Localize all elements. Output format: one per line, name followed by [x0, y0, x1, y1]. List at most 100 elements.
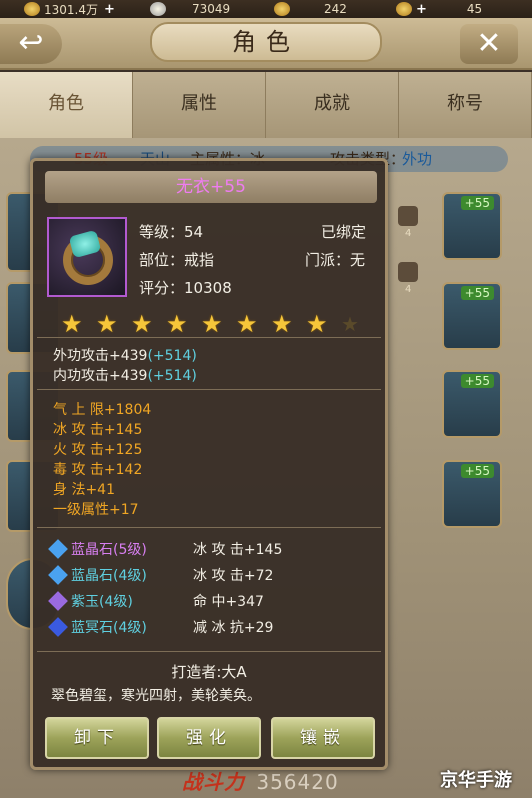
- item-level-label: 等级：: [139, 223, 185, 241]
- item-sect: 门派：无: [305, 249, 365, 270]
- unequip-button[interactable]: 卸下: [45, 717, 149, 759]
- item-level-value: 54: [184, 223, 204, 241]
- enhance-level-badge: +55: [460, 286, 494, 300]
- star-filled-icon: ★: [96, 310, 118, 338]
- tab-achievements[interactable]: 成就: [266, 72, 399, 138]
- combat-power-value: 356420: [256, 770, 339, 794]
- combat-power: 战斗力 356420: [182, 766, 362, 796]
- add-silver-button[interactable]: +: [104, 2, 115, 17]
- item-tooltip: 无衣+55 等级：54 已绑定 部位：戒指 门派：无 评分：10308 ★ ★ ★ ★…: [30, 158, 388, 770]
- item-name: 无衣+55: [45, 171, 377, 203]
- divider: [37, 527, 381, 528]
- silver-amount: 1301.4万: [44, 2, 98, 17]
- page-title: 角色: [150, 22, 382, 62]
- item-score-label: 评分：: [139, 279, 185, 297]
- gem-name: 紫玉(4级): [71, 594, 133, 610]
- item-maker: 打造者:大A: [171, 663, 247, 681]
- base-attr-bonus: (+514): [147, 348, 197, 364]
- extra-attr: 一级属性+17: [53, 502, 139, 518]
- item-sect-value: 无: [350, 251, 366, 269]
- divider: [37, 651, 381, 652]
- hammer-icon[interactable]: [398, 206, 418, 226]
- star-empty-icon: ★: [341, 312, 359, 336]
- equip-slot-right-4[interactable]: +55: [442, 460, 502, 528]
- jade-icon: [274, 2, 290, 16]
- bound-status: 已绑定: [321, 223, 367, 241]
- star-filled-icon: ★: [271, 310, 293, 338]
- tab-attributes[interactable]: 属性: [133, 72, 266, 138]
- item-score-value: 10308: [184, 279, 232, 297]
- gem-name: 蓝晶石(5级): [71, 542, 147, 558]
- base-attr-value: 外功攻击+439: [53, 348, 148, 364]
- back-arrow-icon: ↩: [18, 25, 44, 60]
- combat-power-label: 战斗力: [182, 770, 245, 794]
- resource-bar: 1301.4万 + 73049 242 + 45: [0, 0, 532, 18]
- divider: [37, 389, 381, 390]
- base-attr-bonus: (+514): [147, 368, 197, 384]
- tab-character[interactable]: 角色: [0, 72, 133, 138]
- jade-amount: 242: [324, 2, 347, 16]
- silver-resource: 1301.4万 +: [24, 0, 115, 18]
- slot-count: 4: [405, 228, 412, 239]
- close-button[interactable]: ✕: [460, 24, 518, 64]
- gem-icon: [48, 591, 68, 611]
- enhance-button[interactable]: 强化: [157, 717, 261, 759]
- close-icon: ✕: [476, 26, 502, 61]
- star-filled-icon: ★: [201, 310, 223, 338]
- divider: [37, 337, 381, 338]
- silver-coin-icon: [24, 2, 40, 16]
- gem-icon: [48, 565, 68, 585]
- item-slot-label: 部位：: [139, 251, 185, 269]
- item-level: 等级：54: [139, 221, 203, 242]
- tab-bar: 角色 属性 成就 称号: [0, 72, 532, 138]
- jade-resource: 242: [274, 0, 347, 18]
- gem-stat: 减 冰 抗+29: [193, 620, 274, 636]
- star-filled-icon: ★: [306, 310, 328, 338]
- star-filled-icon: ★: [166, 310, 188, 338]
- slot-count: 4: [405, 284, 412, 295]
- item-score: 评分：10308: [139, 277, 232, 298]
- equip-slot-right-3[interactable]: +55: [442, 370, 502, 438]
- inlay-button[interactable]: 镶嵌: [271, 717, 375, 759]
- gem-icon: [48, 539, 68, 559]
- extra-attr: 冰 攻 击+145: [53, 422, 143, 438]
- star-rating: ★ ★ ★ ★ ★ ★ ★ ★ ★: [61, 311, 381, 337]
- base-attr-row: 内功攻击+439(+514): [53, 365, 197, 385]
- gem-stat: 命 中+347: [193, 594, 264, 610]
- star-filled-icon: ★: [61, 310, 83, 338]
- attack-type-value: 外功: [402, 150, 433, 168]
- gear-icon[interactable]: [398, 262, 418, 282]
- star-filled-icon: ★: [131, 310, 153, 338]
- back-button[interactable]: ↩: [0, 24, 62, 64]
- ingot-icon: [150, 2, 166, 16]
- gold-amount: 73049: [192, 2, 231, 16]
- item-flavor-text: 翠色碧玺，寒光四射，美轮美奂。: [51, 688, 261, 704]
- gem-stat: 冰 攻 击+145: [193, 542, 283, 558]
- page-header: ↩ 角色 ✕: [0, 18, 532, 70]
- equip-slot-right-2[interactable]: +55: [442, 282, 502, 350]
- enhance-level-badge: +55: [460, 464, 494, 478]
- token-icon: [396, 2, 412, 16]
- add-token-button[interactable]: +: [416, 2, 427, 17]
- gem-stat: 冰 攻 击+72: [193, 568, 274, 584]
- extra-attr: 火 攻 击+125: [53, 442, 143, 458]
- gem-name: 蓝晶石(4级): [71, 568, 147, 584]
- gem-name: 蓝冥石(4级): [71, 620, 147, 636]
- tab-titles[interactable]: 称号: [399, 72, 532, 138]
- token-amount: 45: [466, 2, 483, 16]
- gem-icon: [48, 617, 68, 637]
- extra-attr: 身 法+41: [53, 482, 115, 498]
- extra-attr: 气 上 限+1804: [53, 402, 152, 418]
- equip-slot-right-1[interactable]: +55: [442, 192, 502, 260]
- token-resource: + 45: [396, 0, 482, 18]
- enhance-level-badge: +55: [460, 196, 494, 210]
- star-filled-icon: ★: [236, 310, 258, 338]
- item-slot: 部位：戒指: [139, 249, 214, 270]
- extra-attr: 毒 攻 击+142: [53, 462, 143, 478]
- item-slot-value: 戒指: [184, 251, 215, 269]
- base-attr-row: 外功攻击+439(+514): [53, 345, 197, 365]
- ring-icon: [47, 217, 127, 297]
- watermark: 京华手游: [440, 770, 512, 791]
- base-attr-value: 内功攻击+439: [53, 368, 148, 384]
- item-sect-label: 门派：: [305, 251, 351, 269]
